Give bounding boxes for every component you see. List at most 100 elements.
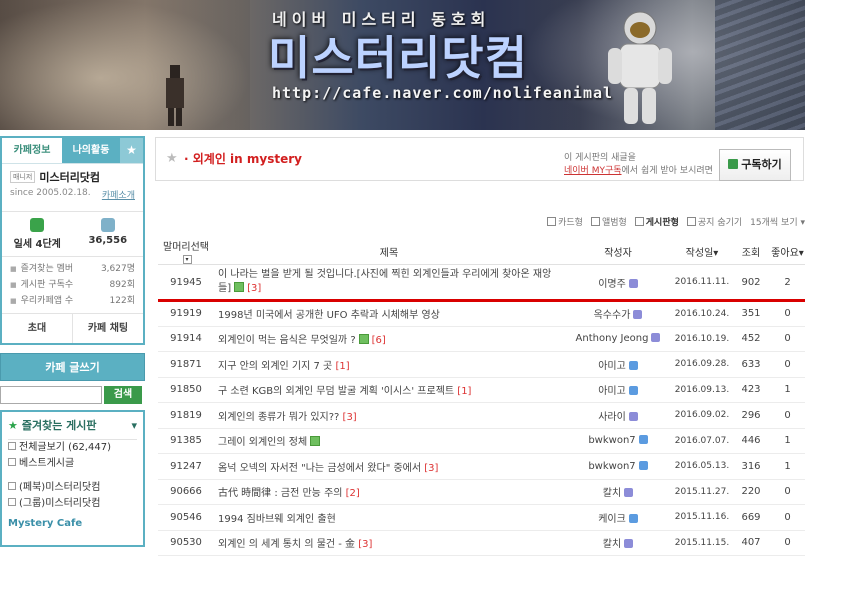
post-title-cell[interactable]: 지구 안의 외계인 기지 7 곳 [1] xyxy=(214,351,564,378)
post-title-link[interactable]: 구 소련 KGB의 외계인 무덤 발굴 계획 '이시스' 프로젝트 xyxy=(218,386,454,397)
post-title-link[interactable]: 외계인 의 세계 통치 의 물건 - 金 xyxy=(218,539,355,550)
author-name[interactable]: 아미고 xyxy=(598,386,626,397)
post-title-link[interactable]: 그레이 외계인의 정체 xyxy=(218,437,307,448)
table-row[interactable]: 90546 1994 짐바브웨 외계인 출현 케이크 2015.11.16. 669 0 xyxy=(158,504,805,531)
post-title-link[interactable]: 1998년 미국에서 공개한 UFO 추락과 시체해부 영상 xyxy=(218,310,440,321)
author-cell[interactable]: 아미고 xyxy=(564,377,672,403)
author-cell[interactable]: Anthony Jeong xyxy=(564,326,672,352)
author-name[interactable]: bwkwon7 xyxy=(588,461,635,472)
table-row[interactable]: 91914 외계인이 먹는 음식은 무엇일까 ? [6] Anthony Jeong 2… xyxy=(158,326,805,352)
header-likes[interactable]: 좋아요▾ xyxy=(770,238,805,265)
favorite-boards-header[interactable]: ★ 즐겨찾는 게시판 ▾ xyxy=(8,412,137,440)
cafe-chat-button[interactable]: 카페 채팅 xyxy=(72,314,143,343)
post-title-cell[interactable]: 구 소련 KGB의 외계인 무덤 발굴 계획 '이시스' 프로젝트 [1] xyxy=(214,377,564,403)
post-title-cell[interactable]: 외계인이 먹는 음식은 무엇일까 ? [6] xyxy=(214,326,564,352)
mystery-cafe-section[interactable]: Mystery Cafe xyxy=(8,518,137,529)
author-name[interactable]: 칼치 xyxy=(603,488,621,499)
cafe-banner[interactable]: 네이버 미스터리 동호회 미스터리닷컴 http://cafe.naver.co… xyxy=(0,0,805,130)
author-name[interactable]: 아미고 xyxy=(598,361,626,372)
header-date[interactable]: 작성일▾ xyxy=(672,238,732,265)
member-level-icon xyxy=(628,278,638,288)
stat-app-count: 우리카페앱 수 122회 xyxy=(10,293,135,309)
table-row[interactable]: 91871 지구 안의 외계인 기지 7 곳 [1] 아미고 2016.09.28. 6… xyxy=(158,351,805,378)
favorite-star-icon[interactable]: ★ xyxy=(120,138,143,163)
post-title-cell[interactable]: 이 나라는 벌을 받게 될 것입니다.[사진에 찍힌 외계인들과 우리에게 찾아… xyxy=(214,264,564,302)
member-level-icon xyxy=(628,411,638,421)
author-name[interactable]: 칼치 xyxy=(603,539,621,550)
comment-count[interactable]: [3] xyxy=(247,283,261,294)
header-label: 좋아요 xyxy=(771,247,799,259)
board-title[interactable]: · 외계인 in mystery xyxy=(184,150,302,167)
author-name[interactable]: 이명주 xyxy=(598,279,626,290)
comment-count[interactable]: [6] xyxy=(372,335,386,346)
author-cell[interactable]: 사라이 xyxy=(564,402,672,429)
comment-count[interactable]: [2] xyxy=(346,488,360,499)
author-name[interactable]: 사라이 xyxy=(598,412,626,423)
post-title-link[interactable]: 이 나라는 벌을 받게 될 것입니다.[사진에 찍힌 외계인들과 우리에게 찾아… xyxy=(218,269,551,294)
view-card[interactable]: 카드형 xyxy=(547,215,583,229)
author-cell[interactable]: bwkwon7 xyxy=(564,428,672,454)
author-name[interactable]: bwkwon7 xyxy=(588,435,635,446)
post-title-cell[interactable]: 외계인의 종류가 뭐가 있지?? [3] xyxy=(214,402,564,429)
author-cell[interactable]: 아미고 xyxy=(564,351,672,378)
board-star-icon[interactable]: ★ xyxy=(166,151,178,166)
table-row[interactable]: 91819 외계인의 종류가 뭐가 있지?? [3] 사라이 2016.09.02. 2… xyxy=(158,402,805,429)
cafe-level[interactable]: 일세 4단계 xyxy=(2,212,73,256)
post-number: 91919 xyxy=(158,300,214,327)
author-cell[interactable]: 케이크 xyxy=(564,504,672,531)
view-list[interactable]: 게시판형 xyxy=(634,215,679,229)
author-name[interactable]: Anthony Jeong xyxy=(576,333,649,344)
board-all-posts[interactable]: 전체글보기 (62,447) xyxy=(8,440,137,456)
tab-my-activity[interactable]: 나의활동 xyxy=(62,138,120,163)
comment-count[interactable]: [3] xyxy=(343,412,357,423)
cafe-write-button[interactable]: 카페 글쓰기 xyxy=(0,353,145,381)
author-cell[interactable]: 칼치 xyxy=(564,479,672,505)
post-title-link[interactable]: 옴넉 오넥의 자서전 "나는 금성에서 왔다" 중에서 xyxy=(218,463,421,474)
comment-count[interactable]: [1] xyxy=(335,361,349,372)
table-row[interactable]: 91850 구 소련 KGB의 외계인 무덤 발굴 계획 '이시스' 프로젝트 [… xyxy=(158,377,805,403)
my-subscribe-link[interactable]: 네이버 MY구독 xyxy=(564,166,622,176)
author-cell[interactable]: 옥수수가 xyxy=(564,300,672,327)
post-title-link[interactable]: 1994 짐바브웨 외계인 출현 xyxy=(218,514,336,525)
table-row[interactable]: 91247 옴넉 오넥의 자서전 "나는 금성에서 왔다" 중에서 [3] bwkw… xyxy=(158,453,805,480)
post-title-cell[interactable]: 외계인 의 세계 통치 의 물건 - 金 [3] xyxy=(214,530,564,556)
table-row[interactable]: 91385 그레이 외계인의 정체 bwkwon7 2016.07.07. 446 1 xyxy=(158,428,805,454)
table-row[interactable]: 90666 古代 時間律 : 금전 만능 주의 [2] 칼치 2015.11.27. 2… xyxy=(158,479,805,505)
post-title-cell[interactable]: 1994 짐바브웨 외계인 출현 xyxy=(214,504,564,531)
post-title-cell[interactable]: 옴넉 오넥의 자서전 "나는 금성에서 왔다" 중에서 [3] xyxy=(214,453,564,480)
author-name[interactable]: 옥수수가 xyxy=(594,310,631,321)
subscribe-button[interactable]: 구독하기 xyxy=(719,149,791,181)
search-input[interactable] xyxy=(0,386,102,404)
invite-button[interactable]: 초대 xyxy=(2,314,72,343)
post-title-link[interactable]: 古代 時間律 : 금전 만능 주의 xyxy=(218,488,342,499)
board-best-posts[interactable]: 베스트게시글 xyxy=(8,456,137,472)
cafe-members[interactable]: 36,556 xyxy=(73,212,144,256)
author-cell[interactable]: 이명주 xyxy=(564,264,672,302)
author-cell[interactable]: bwkwon7 xyxy=(564,453,672,480)
post-title-link[interactable]: 외계인이 먹는 음식은 무엇일까 ? xyxy=(218,335,356,346)
per-page-select[interactable]: 15개씩 보기 ▾ xyxy=(750,215,805,229)
post-title-link[interactable]: 외계인의 종류가 뭐가 있지?? xyxy=(218,412,339,423)
cafe-name[interactable]: 미스터리닷컴 xyxy=(39,169,100,185)
post-title-cell[interactable]: 그레이 외계인의 정체 xyxy=(214,428,564,454)
post-title-link[interactable]: 지구 안의 외계인 기지 7 곳 xyxy=(218,361,332,372)
table-row[interactable]: 91919 1998년 미국에서 공개한 UFO 추락과 시체해부 영상 옥수수가… xyxy=(158,300,805,327)
hide-notice-toggle[interactable]: 공지 숨기기 xyxy=(686,215,742,229)
table-row[interactable]: 91945 이 나라는 벌을 받게 될 것입니다.[사진에 찍힌 외계인들과 우리… xyxy=(158,264,805,302)
post-title-cell[interactable]: 古代 時間律 : 금전 만능 주의 [2] xyxy=(214,479,564,505)
cafe-intro-link[interactable]: 카페소개 xyxy=(102,188,135,201)
comment-count[interactable]: [3] xyxy=(358,539,372,550)
table-row[interactable]: 90530 외계인 의 세계 통치 의 물건 - 金 [3] 칼치 2015.11.1… xyxy=(158,530,805,556)
post-title-cell[interactable]: 1998년 미국에서 공개한 UFO 추락과 시체해부 영상 xyxy=(214,300,564,327)
view-album[interactable]: 앨범형 xyxy=(590,215,627,229)
comment-count[interactable]: [1] xyxy=(457,386,471,397)
author-cell[interactable]: 칼치 xyxy=(564,530,672,556)
chevron-down-icon[interactable]: ▾ xyxy=(131,412,137,439)
header-prefix-select[interactable]: 말머리선택 ▾ xyxy=(158,238,214,265)
search-button[interactable]: 검색 xyxy=(104,386,142,404)
comment-count[interactable]: [3] xyxy=(424,463,438,474)
author-name[interactable]: 케이크 xyxy=(598,514,626,525)
board-group[interactable]: (그룹)미스터리닷컴 xyxy=(8,496,137,512)
tab-cafe-info[interactable]: 카페정보 xyxy=(2,138,62,163)
board-facebook[interactable]: (페북)미스터리닷컴 xyxy=(8,480,137,496)
